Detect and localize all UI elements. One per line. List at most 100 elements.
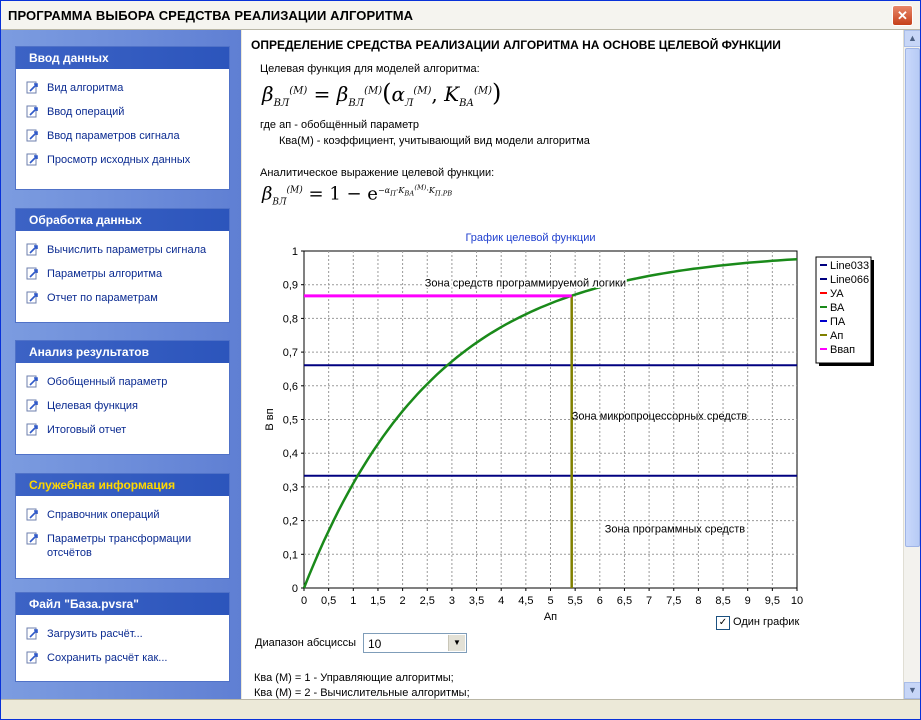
sidebar-item-label: Сохранить расчёт как... [47,652,168,664]
y-tick-label: 0,6 [283,381,298,393]
x-tick-label: 7 [646,595,652,607]
legend-label: Ввап [830,344,855,356]
sidebar-item-view-source[interactable]: Просмотр исходных данных [16,148,229,172]
chart-title: График целевой функции [465,232,595,244]
title-bar: ПРОГРАММА ВЫБОРА СРЕДСТВА РЕАЛИЗАЦИИ АЛГ… [1,1,920,30]
group-analysis: Анализ результатов Обобщенный параметр Ц… [15,340,230,455]
chevron-down-icon[interactable]: ▼ [448,635,465,651]
target-function-formula: βВЛ(M) = βВЛ(M)(αЛ(M), KВА(M)) [262,79,502,109]
arrow-doc-icon [26,627,38,640]
scroll-up-icon[interactable]: ▲ [904,30,920,47]
x-tick-label: 9 [745,595,751,607]
sidebar-item-generalized-param[interactable]: Обобщенный параметр [16,370,229,394]
group-header[interactable]: Ввод данных [16,47,229,70]
arrow-doc-icon [26,267,38,280]
target-function-chart: График целевой функции 0 0,5 1 1,5 2 2,5 3 3,5 4 4… [264,232,874,622]
zone-annotation-1: Зона средств программируемой логики [425,277,626,289]
group-header[interactable]: Файл "База.pvsra" [16,593,229,616]
arrow-doc-icon [26,153,38,166]
sidebar-item-label: Отчет по параметрам [47,292,158,304]
scroll-thumb[interactable] [905,48,920,547]
arrow-doc-icon [26,129,38,142]
analytic-formula: βВЛ(M) = 1 − e−αП·KВА(M)·KП.РВ [262,183,453,208]
sidebar-item-compute-signal[interactable]: Вычислить параметры сигнала [16,238,229,262]
x-tick-label: 8 [695,595,701,607]
x-tick-label: 4,5 [518,595,533,607]
sidebar-item-load-calc[interactable]: Загрузить расчёт... [16,622,229,646]
x-tick-label: 6 [597,595,603,607]
x-tick-label: 2 [400,595,406,607]
y-tick-label: 0,3 [283,482,298,494]
window-title: ПРОГРАММА ВЫБОРА СРЕДСТВА РЕАЛИЗАЦИИ АЛГ… [8,8,414,23]
group-input: Ввод данных Вид алгоритма Ввод операций … [15,46,230,190]
arrow-doc-icon [26,651,38,664]
range-select[interactable]: 10 ▼ [363,633,467,653]
app-window: ПРОГРАММА ВЫБОРА СРЕДСТВА РЕАЛИЗАЦИИ АЛГ… [0,0,921,720]
sidebar-item-label: Параметры алгоритма [47,268,163,280]
x-tick-label: 4 [498,595,504,607]
group-header[interactable]: Обработка данных [16,209,229,232]
x-tick-label: 10 [791,595,803,607]
analytic-label: Аналитическое выражение целевой функции: [260,167,495,179]
group-header[interactable]: Анализ результатов [16,341,229,364]
group-service: Служебная информация Справочник операций… [15,473,230,579]
arrow-doc-icon [26,532,38,545]
group-header[interactable]: Служебная информация [16,474,229,497]
sidebar-item-algorithm-type[interactable]: Вид алгоритма [16,76,229,100]
sidebar-item-label: Параметры трансформации отсчётов [47,533,192,559]
sidebar-item-transform-params[interactable]: Параметры трансформации отсчётов [16,527,229,560]
sidebar-item-operations-reference[interactable]: Справочник операций [16,503,229,527]
legend-label: Line066 [830,274,869,286]
sidebar-item-label: Обобщенный параметр [47,376,168,388]
one-chart-checkbox[interactable]: ✓ [716,616,730,630]
sidebar-item-label: Загрузить расчёт... [47,628,143,640]
arrow-doc-icon [26,508,38,521]
note-line-2: Ква (М) = 2 - Вычислительные алгоритмы; [254,687,470,699]
x-tick-label: 7,5 [666,595,681,607]
sidebar-item-params-report[interactable]: Отчет по параметрам [16,286,229,310]
sidebar-item-label: Вид алгоритма [47,82,124,94]
x-tick-label: 2,5 [420,595,435,607]
y-tick-label: 0,8 [283,313,298,325]
sidebar-item-label: Целевая функция [47,400,138,412]
sidebar-item-label: Итоговый отчет [47,424,127,436]
legend-label: УА [830,288,844,300]
status-bar [1,699,920,719]
y-tick-label: 0 [292,583,298,595]
y-tick-label: 0,9 [283,280,298,292]
arrow-doc-icon [26,399,38,412]
arrow-doc-icon [26,81,38,94]
y-axis-label: В вп [264,408,276,430]
sidebar-item-final-report[interactable]: Итоговый отчет [16,418,229,442]
target-function-label: Целевая функция для моделей алгоритма: [260,63,480,75]
x-tick-label: 1 [350,595,356,607]
y-tick-label: 0,1 [283,549,298,561]
x-tick-label: 3,5 [469,595,484,607]
sidebar: Ввод данных Вид алгоритма Ввод операций … [1,30,241,699]
x-tick-label: 0,5 [321,595,336,607]
sidebar-item-label: Ввод параметров сигнала [47,130,180,142]
sidebar-item-label: Просмотр исходных данных [47,154,191,166]
legend-label: Ап [830,330,843,342]
sidebar-item-algorithm-params[interactable]: Параметры алгоритма [16,262,229,286]
sidebar-item-save-calc-as[interactable]: Сохранить расчёт как... [16,646,229,670]
x-tick-label: 3 [449,595,455,607]
scroll-down-icon[interactable]: ▼ [904,682,920,699]
sidebar-item-operations[interactable]: Ввод операций [16,100,229,124]
where-line-1: где ап - обобщённый параметр [260,119,420,131]
vertical-scrollbar[interactable]: ▲ ▼ [903,30,920,699]
note-line-1: Ква (М) = 1 - Управляющие алгоритмы; [254,672,454,684]
range-select-value: 10 [368,637,382,651]
where-line-2: Ква(М) - коэффициент, учитывающий вид мо… [279,135,590,147]
close-button[interactable]: ✕ [892,5,913,26]
x-tick-label: 5 [547,595,553,607]
sidebar-item-label: Справочник операций [47,509,160,521]
sidebar-item-signal-params[interactable]: Ввод параметров сигнала [16,124,229,148]
sidebar-item-target-function[interactable]: Целевая функция [16,394,229,418]
x-tick-label: 0 [301,595,307,607]
arrow-doc-icon [26,105,38,118]
main-panel: ОПРЕДЕЛЕНИЕ СРЕДСТВА РЕАЛИЗАЦИИ АЛГОРИТМ… [242,30,903,699]
x-tick-label: 5,5 [568,595,583,607]
arrow-doc-icon [26,291,38,304]
x-tick-label: 1,5 [370,595,385,607]
